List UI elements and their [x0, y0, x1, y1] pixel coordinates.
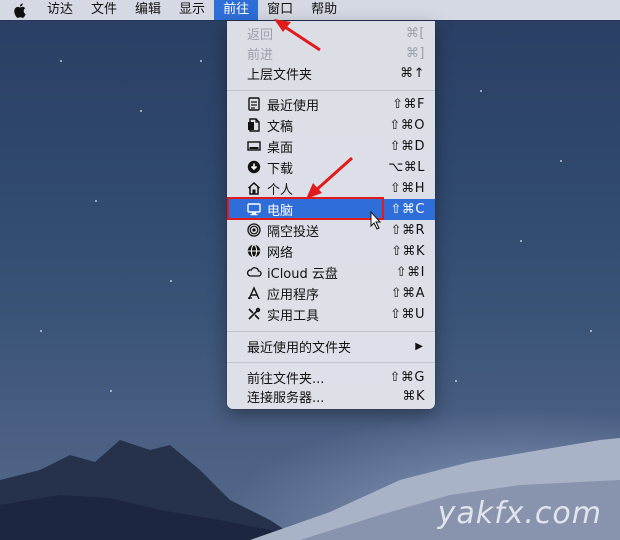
- menu-view[interactable]: 显示: [170, 0, 214, 20]
- menu-item-network[interactable]: 网络 ⇧⌘K: [227, 241, 435, 262]
- menu-item-shortcut: ⌘]: [405, 46, 425, 61]
- airdrop-icon: [246, 222, 262, 238]
- menu-separator: [227, 90, 435, 91]
- menu-item-shortcut: ⇧⌘G: [389, 370, 425, 385]
- menu-item-utilities[interactable]: 实用工具 ⇧⌘U: [227, 304, 435, 325]
- menu-go[interactable]: 前往: [214, 0, 259, 20]
- menu-item-forward: 前进 ⌘]: [227, 43, 435, 64]
- menu-item-icloud[interactable]: iCloud 云盘 ⇧⌘I: [227, 262, 435, 283]
- menu-item-shortcut: ⌥⌘L: [388, 160, 425, 175]
- apple-menu-icon[interactable]: [0, 0, 38, 20]
- menu-item-go-to-folder[interactable]: 前往文件夹... ⇧⌘G: [227, 367, 435, 388]
- menu-item-label: 网络: [267, 246, 294, 261]
- menu-item-connect-server[interactable]: 连接服务器... ⌘K: [227, 386, 435, 407]
- menu-item-shortcut: ⇧⌘H: [389, 181, 425, 196]
- menu-item-downloads[interactable]: 下载 ⌥⌘L: [227, 157, 435, 178]
- menu-item-label: 实用工具: [267, 309, 320, 324]
- menu-item-documents[interactable]: 文稿 ⇧⌘O: [227, 115, 435, 136]
- menu-item-label: 前进: [247, 48, 274, 63]
- menu-item-enclosing-folder[interactable]: 上层文件夹 ⌘↑: [227, 63, 435, 84]
- menu-item-shortcut: ⇧⌘C: [390, 202, 425, 217]
- menu-item-airdrop[interactable]: 隔空投送 ⇧⌘R: [227, 220, 435, 241]
- menu-item-label: 应用程序: [267, 288, 320, 303]
- menu-item-shortcut: ⇧⌘R: [390, 223, 425, 238]
- menu-item-label: 文稿: [267, 120, 294, 135]
- menu-item-label: 上层文件夹: [247, 68, 313, 83]
- menu-item-label: 最近使用: [267, 99, 320, 114]
- menu-item-recent-folders[interactable]: 最近使用的文件夹 ▶: [227, 336, 435, 357]
- menu-item-shortcut: ⇧⌘K: [391, 244, 425, 259]
- icloud-icon: [246, 264, 262, 280]
- menu-item-applications[interactable]: 应用程序 ⇧⌘A: [227, 283, 435, 304]
- annotation-highlight-box: [227, 197, 384, 220]
- desktop-icon: [246, 138, 262, 154]
- documents-icon: [246, 117, 262, 133]
- menu-item-label: 下载: [267, 162, 294, 177]
- menu-window[interactable]: 窗口: [258, 0, 302, 20]
- menu-finder[interactable]: 访达: [38, 0, 82, 20]
- menu-item-shortcut: ⇧⌘U: [390, 307, 425, 322]
- home-icon: [246, 180, 262, 196]
- menu-item-recents[interactable]: 最近使用 ⇧⌘F: [227, 94, 435, 115]
- menu-item-label: 个人: [267, 183, 294, 198]
- menu-item-label: 前往文件夹...: [247, 372, 325, 387]
- menu-item-shortcut: ⇧⌘O: [389, 118, 425, 133]
- menu-item-shortcut: ⌘[: [405, 26, 425, 41]
- menu-item-label: 桌面: [267, 141, 294, 156]
- menu-item-shortcut: ⇧⌘A: [390, 286, 425, 301]
- menu-item-shortcut: ⌘K: [402, 389, 425, 404]
- menu-file[interactable]: 文件: [82, 0, 126, 20]
- menu-bar: 访达 文件 编辑 显示 前往 窗口 帮助: [0, 0, 620, 20]
- utilities-icon: [246, 306, 262, 322]
- menu-separator: [227, 331, 435, 332]
- recents-icon: [246, 96, 262, 112]
- menu-item-desktop[interactable]: 桌面 ⇧⌘D: [227, 136, 435, 157]
- menu-separator: [227, 362, 435, 363]
- menu-item-label: 返回: [247, 28, 274, 43]
- submenu-arrow-icon: ▶: [415, 341, 423, 352]
- network-icon: [246, 243, 262, 259]
- downloads-icon: [246, 159, 262, 175]
- menu-item-label: 连接服务器...: [247, 391, 325, 406]
- menu-item-shortcut: ⇧⌘F: [392, 97, 425, 112]
- menu-item-label: iCloud 云盘: [267, 267, 338, 282]
- menu-item-label: 隔空投送: [267, 225, 320, 240]
- menu-item-label: 最近使用的文件夹: [247, 341, 352, 356]
- menu-item-shortcut: ⇧⌘D: [389, 139, 425, 154]
- watermark: yakfx.com: [437, 496, 602, 531]
- menu-help[interactable]: 帮助: [302, 0, 346, 20]
- menu-edit[interactable]: 编辑: [126, 0, 170, 20]
- applications-icon: [246, 285, 262, 301]
- menu-item-back: 返回 ⌘[: [227, 23, 435, 44]
- menu-item-shortcut: ⌘↑: [400, 66, 425, 81]
- menu-item-shortcut: ⇧⌘I: [395, 265, 425, 280]
- menu-item-home[interactable]: 个人 ⇧⌘H: [227, 178, 435, 199]
